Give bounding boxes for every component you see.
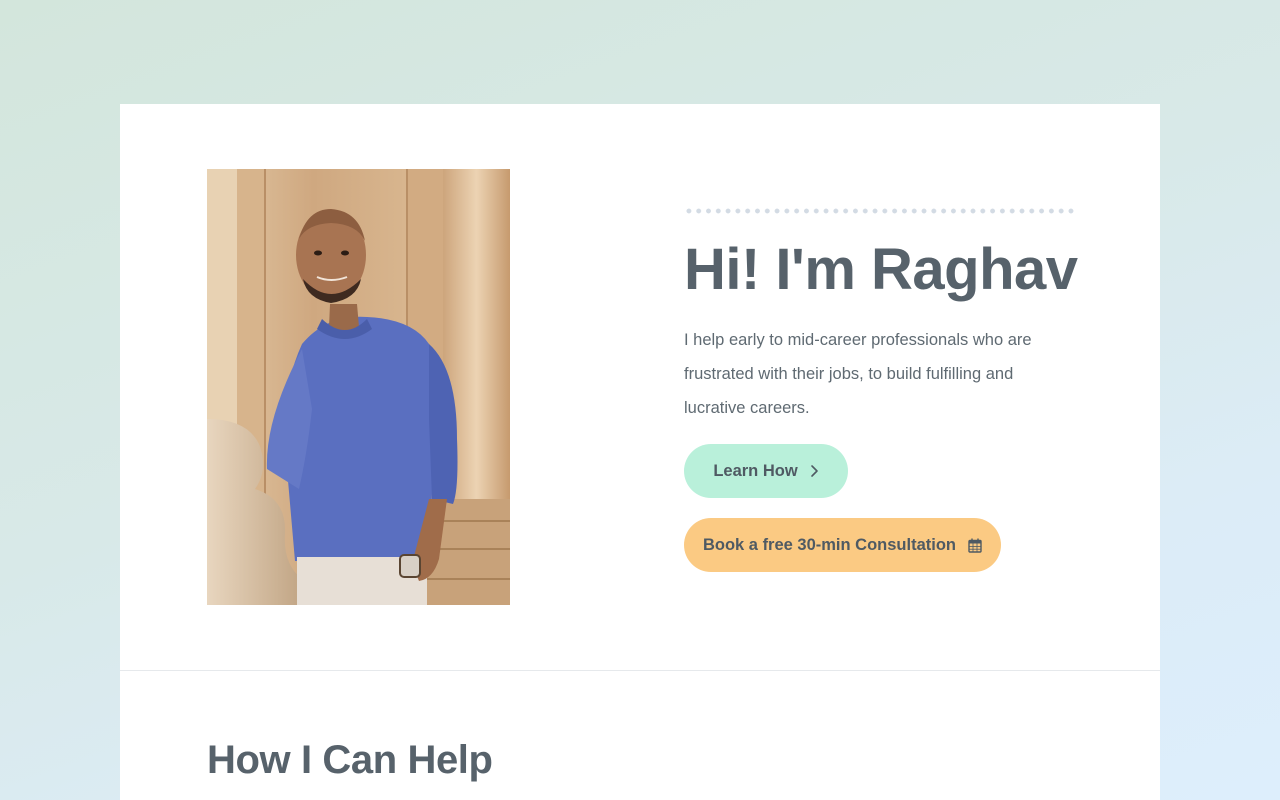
section-divider	[120, 670, 1160, 671]
chevron-right-icon	[810, 464, 819, 478]
dotted-divider	[684, 208, 1074, 214]
hero-section: Hi! I'm Raghav I help early to mid-caree…	[120, 104, 1160, 670]
hero-title: Hi! I'm Raghav	[684, 237, 1078, 302]
portrait-image	[207, 169, 510, 605]
services-section-title: How I Can Help	[207, 738, 493, 782]
book-consultation-button[interactable]: Book a free 30-min Consultation	[684, 518, 1001, 572]
main-card: Hi! I'm Raghav I help early to mid-caree…	[120, 104, 1160, 800]
hero-description: I help early to mid-career professionals…	[684, 331, 1032, 417]
calendar-icon	[968, 538, 982, 553]
book-consultation-label: Book a free 30-min Consultation	[702, 535, 957, 554]
learn-how-label: Learn How	[713, 461, 798, 480]
learn-how-button[interactable]: Learn How	[684, 444, 848, 498]
